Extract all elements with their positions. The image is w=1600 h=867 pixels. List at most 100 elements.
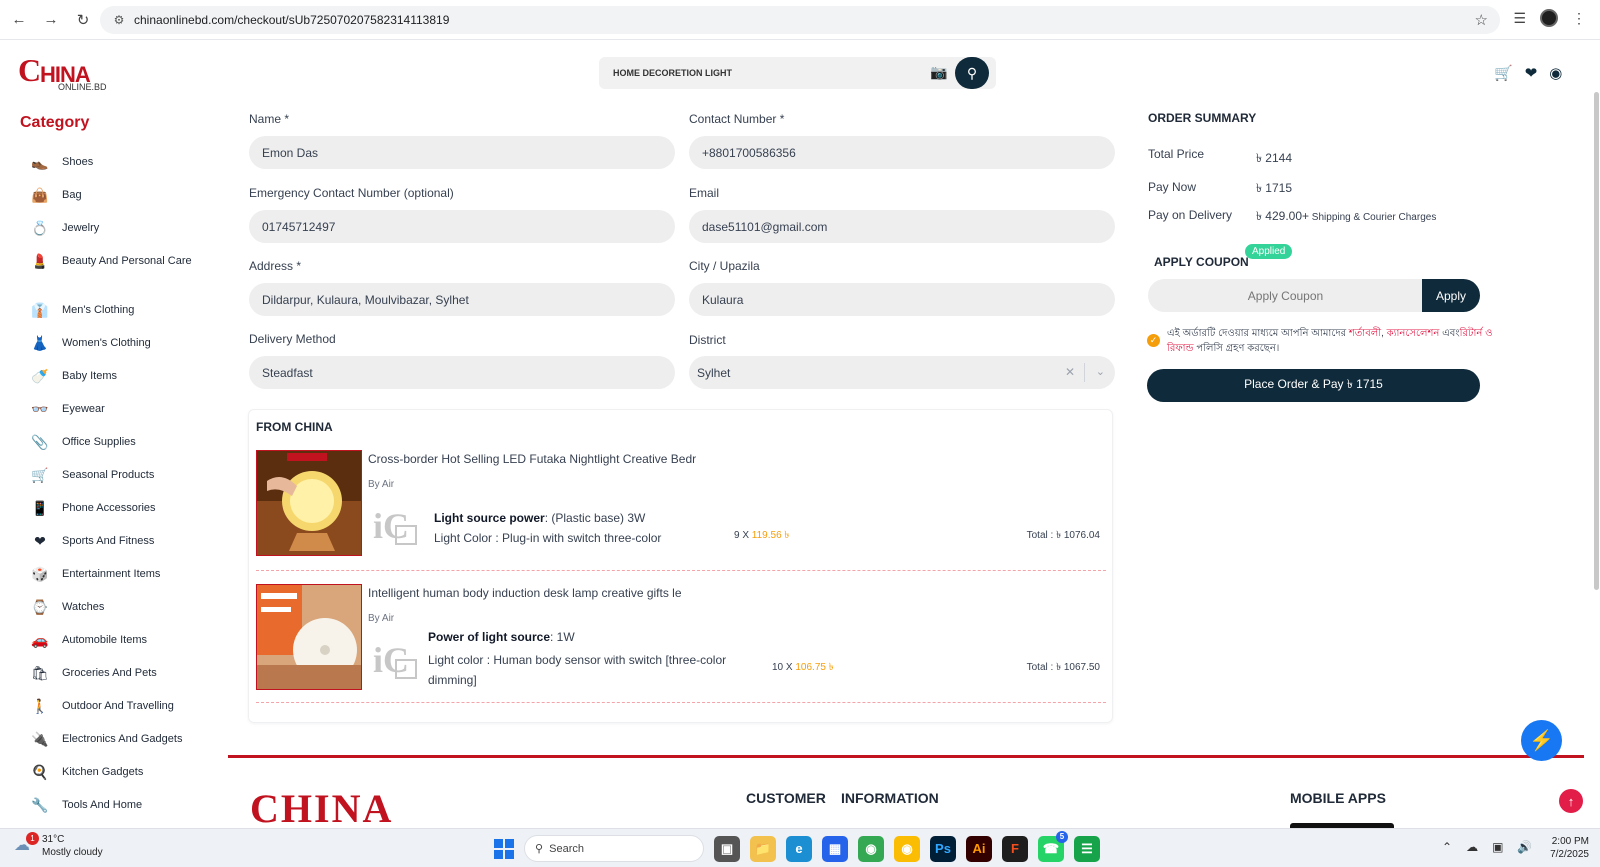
sidebar-item-outdoor-and-travelling[interactable]: 🚶 Outdoor And Travelling [30, 696, 200, 729]
city-label: City / Upazila [689, 259, 760, 273]
coupon-input[interactable] [1148, 279, 1423, 312]
sidebar-item-entertainment-items[interactable]: 🎲 Entertainment Items [30, 564, 200, 597]
cancellation-link[interactable]: ক্যানসেলেশন [1387, 328, 1440, 339]
media-control-icon[interactable]: ☰ [1513, 10, 1526, 27]
site-info-icon[interactable]: ⚙ [108, 13, 130, 27]
sidebar-item-watches[interactable]: ⌚ Watches [30, 597, 200, 630]
wishlist-heart-icon[interactable]: ❤ [1525, 64, 1538, 82]
sidebar-item-beauty-and-personal-care[interactable]: 💄 Beauty And Personal Care [30, 251, 200, 300]
messenger-icon: ⚡ [1529, 730, 1554, 752]
address-bar[interactable]: ⚙ chinaonlinebd.com/checkout/sUb72507020… [100, 6, 1500, 34]
product-title[interactable]: Cross-border Hot Selling LED Futaka Nigh… [368, 452, 696, 466]
start-button[interactable] [494, 838, 514, 859]
weather-widget[interactable]: ☁ 1 31°C Mostly cloudy [14, 832, 103, 859]
product-image-nightlight[interactable] [256, 450, 362, 556]
terms-checkbox[interactable]: ✓ [1147, 334, 1160, 347]
sidebar-item-electronics-and-gadgets[interactable]: 🔌 Electronics And Gadgets [30, 729, 200, 762]
edge-icon[interactable]: e [786, 835, 812, 862]
sidebar-item-phone-accessories[interactable]: 📱 Phone Accessories [30, 498, 200, 531]
sidebar-item-baby-items[interactable]: 🍼 Baby Items [30, 366, 200, 399]
clock[interactable]: 2:00 PM 7/2/2025 [1537, 835, 1589, 861]
figma-icon[interactable]: F [1002, 835, 1028, 862]
terms-text-1: এই অর্ডারটি দেওয়ার মাধ্যমে আপনি আমাদের [1167, 328, 1349, 339]
chrome-icon[interactable]: ◉ [858, 835, 884, 862]
from-china-title: FROM CHINA [256, 420, 333, 434]
forward-icon[interactable]: → [38, 7, 64, 33]
address-field[interactable]: Dildarpur, Kulaura, Moulvibazar, Sylhet [249, 283, 675, 316]
attribute-value: : (Plastic base) 3W [544, 511, 646, 525]
camera-icon[interactable]: 📷 [930, 64, 947, 81]
clear-icon[interactable]: ✕ [1065, 365, 1075, 379]
name-field[interactable]: Emon Das [249, 136, 675, 169]
whatsapp-icon[interactable]: ☎ 5 [1038, 830, 1068, 862]
line-total: Total : ৳ 1067.50 [1026, 662, 1100, 673]
onedrive-icon[interactable]: ☁ [1466, 840, 1478, 854]
store-icon[interactable]: ▦ [822, 835, 848, 862]
footer-logo[interactable]: CHINA [250, 785, 393, 832]
sidebar-item-label: Baby Items [62, 370, 118, 382]
sidebar-item-women-s-clothing[interactable]: 👗 Women's Clothing [30, 333, 200, 366]
menu-kebab-icon[interactable]: ⋮ [1572, 10, 1586, 27]
task-view-icon[interactable]: ▣ [714, 835, 740, 862]
terms-and: এবং [1439, 328, 1460, 339]
volume-icon[interactable]: 🔊 [1517, 840, 1532, 854]
illustrator-icon[interactable]: Ai [966, 835, 992, 862]
district-select[interactable]: Sylhet ✕ ⌄ [689, 356, 1115, 389]
terms-link[interactable]: শর্তাবলী [1349, 328, 1381, 339]
search-bar[interactable]: HOME DECORETION LIGHT 📷 ⚲ [599, 57, 996, 89]
logo-subtitle: ONLINE.BD [58, 82, 107, 92]
sidebar-item-bag[interactable]: 👜 Bag [30, 185, 200, 218]
back-icon[interactable]: ← [6, 7, 32, 33]
sidebar-item-groceries-and-pets[interactable]: 🛍 Groceries And Pets [30, 663, 200, 696]
page-scrollbar[interactable] [1594, 92, 1599, 590]
weather-text: Mostly cloudy [42, 847, 103, 858]
emergency-field[interactable]: 01745712497 [249, 210, 675, 243]
footer-information-heading: INFORMATION [841, 790, 939, 806]
bookmark-star-icon[interactable]: ☆ [1475, 11, 1488, 29]
shoe-icon: 👞 [31, 154, 49, 170]
chevron-up-icon[interactable]: ⌃ [1442, 840, 1452, 854]
sidebar-item-label: Automobile Items [62, 634, 147, 646]
scroll-to-top-button[interactable]: ↑ [1559, 789, 1583, 813]
file-explorer-icon[interactable]: 📁 [750, 835, 776, 862]
sidebar-item-sports-and-fitness[interactable]: ❤ Sports And Fitness [30, 531, 200, 564]
sidebar-item-men-s-clothing[interactable]: 👔 Men's Clothing [30, 300, 200, 333]
network-icon[interactable]: ▣ [1492, 840, 1503, 854]
layers-app-icon[interactable]: ☰ [1074, 835, 1100, 862]
sidebar-item-automobile-items[interactable]: 🚗 Automobile Items [30, 630, 200, 663]
cart-icon[interactable]: 🛒 [1494, 64, 1513, 82]
product-image-desk-lamp[interactable] [256, 584, 362, 690]
quantity-price: 10 X 106.75 ৳ [772, 660, 834, 677]
order-item: Intelligent human body induction desk la… [256, 584, 1106, 692]
profile-avatar[interactable] [1540, 9, 1558, 27]
email-field[interactable]: dase51101@gmail.com [689, 210, 1115, 243]
sidebar-item-office-supplies[interactable]: 📎 Office Supplies [30, 432, 200, 465]
city-field[interactable]: Kulaura [689, 283, 1115, 316]
reload-icon[interactable]: ↻ [70, 7, 96, 33]
product-title[interactable]: Intelligent human body induction desk la… [368, 586, 682, 600]
delivery-method-field[interactable]: Steadfast [249, 356, 675, 389]
search-button[interactable]: ⚲ [955, 57, 989, 89]
account-icon[interactable]: ◉ [1549, 64, 1562, 82]
chrome-profile-icon[interactable]: ◉ [894, 835, 920, 862]
sidebar-item-kitchen-gadgets[interactable]: 🍳 Kitchen Gadgets [30, 762, 200, 795]
contact-field[interactable]: +8801700586356 [689, 136, 1115, 169]
messenger-chat-button[interactable]: ⚡ [1521, 720, 1562, 761]
select-divider [1084, 363, 1085, 382]
photoshop-icon[interactable]: Ps [930, 835, 956, 862]
sidebar-item-seasonal-products[interactable]: 🛒 Seasonal Products [30, 465, 200, 498]
sidebar-item-eyewear[interactable]: 👓 Eyewear [30, 399, 200, 432]
site-logo[interactable]: C HINA ONLINE.BD [18, 50, 108, 94]
sidebar-item-shoes[interactable]: 👞 Shoes [30, 152, 200, 185]
search-input[interactable]: HOME DECORETION LIGHT [613, 68, 732, 78]
jewelry-icon: 💍 [31, 220, 49, 236]
taskbar-search[interactable]: ⚲ Search [524, 835, 704, 862]
chevron-down-icon[interactable]: ⌄ [1096, 365, 1105, 378]
sidebar-item-jewelry[interactable]: 💍 Jewelry [30, 218, 200, 251]
apply-coupon-button[interactable]: Apply [1422, 279, 1480, 312]
sidebar-item-label: Men's Clothing [62, 304, 135, 316]
place-order-button[interactable]: Place Order & Pay ৳ 1715 [1147, 369, 1480, 402]
sidebar-item-tools-and-home[interactable]: 🔧 Tools And Home [30, 795, 200, 828]
seasonal-icon: 🛒 [31, 467, 49, 483]
sidebar-item-label: Jewelry [62, 222, 100, 234]
